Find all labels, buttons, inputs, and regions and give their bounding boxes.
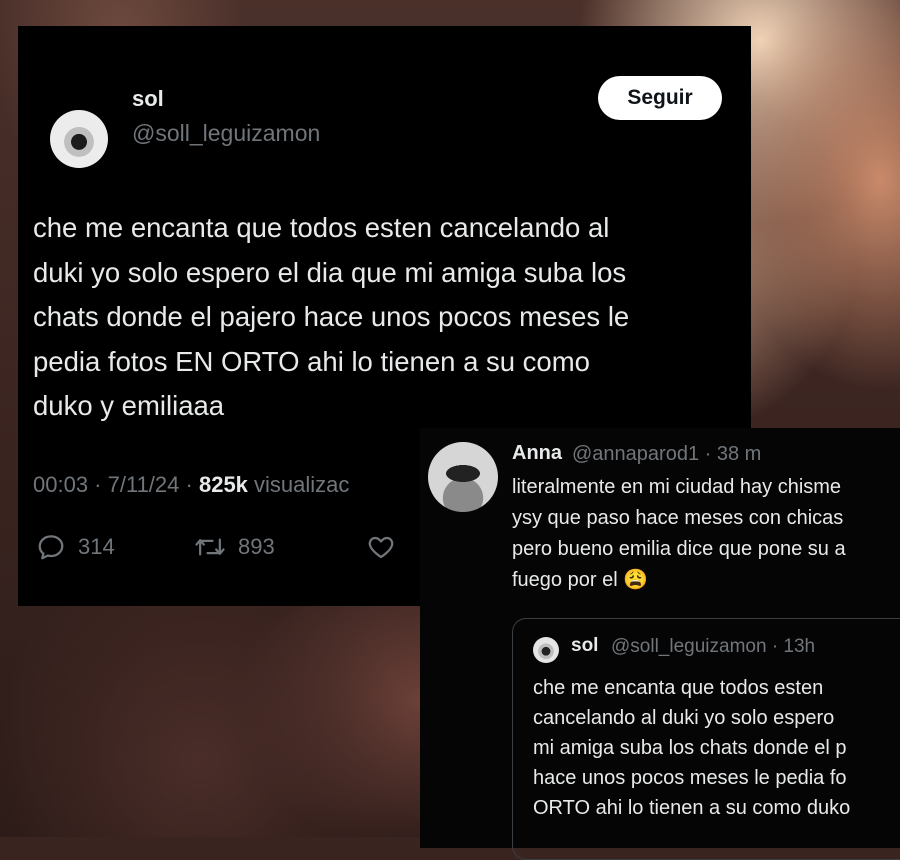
tweet-time[interactable]: 00:03 [33, 472, 88, 497]
avatar[interactable] [428, 442, 498, 512]
tweet-date[interactable]: 7/11/24 [108, 472, 180, 497]
reply-author-meta[interactable]: @annaparod1 · 38 m [572, 443, 761, 466]
reply-author-name[interactable]: Anna [512, 442, 562, 465]
quoted-text-line: hace unos pocos meses le pedia fo [533, 767, 847, 789]
tweet-meta: 00:03 · 7/11/24 · 825k visualizac [33, 472, 350, 497]
like-button[interactable] [366, 532, 396, 562]
views-count: 825k [198, 472, 248, 497]
reply-text-line: literalmente en mi ciudad hay chisme [512, 476, 842, 498]
author-handle[interactable]: @soll_leguizamon [132, 120, 320, 147]
tweet-text-line: duko y emiliaaa [33, 390, 225, 421]
reply-icon [36, 532, 66, 562]
views-label: visualizac [254, 472, 350, 497]
quoted-text-line: cancelando al duki yo solo espero [533, 707, 835, 729]
quoted-author-meta: @soll_leguizamon · 13h [611, 636, 816, 657]
quoted-tweet[interactable]: sol @soll_leguizamon · 13h che me encant… [512, 618, 900, 860]
quoted-author-name: sol [571, 635, 599, 656]
quoted-text-line: ORTO ahi lo tienen a su como duko [533, 797, 851, 819]
tweet-text-line: duki yo solo espero el dia que mi amiga … [33, 256, 627, 288]
quoted-text: che me encanta que todos esten canceland… [533, 673, 900, 823]
retweet-count: 893 [238, 534, 275, 559]
like-icon [366, 532, 396, 562]
author-name[interactable]: sol [132, 86, 164, 112]
tweet-text-line: pedia fotos EN ORTO ahi lo tienen a su c… [33, 345, 590, 377]
tweet-text: che me encanta que todos esten canceland… [33, 206, 733, 429]
reply-text-line: fuego por el 😩 [512, 569, 649, 591]
quoted-text-line: che me encanta que todos esten [533, 677, 824, 699]
reply-button[interactable]: 314 [36, 532, 115, 562]
tweet-text-line: che me encanta que todos esten canceland… [33, 212, 610, 243]
tweet-actions: 314 893 [36, 532, 416, 572]
reply-text-line: ysy que paso hace meses con chicas [512, 507, 844, 529]
avatar [533, 637, 559, 663]
retweet-icon [194, 532, 226, 562]
reply-card[interactable]: Anna @annaparod1 · 38 m literalmente en … [420, 428, 900, 860]
reply-text: literalmente en mi ciudad hay chisme ysy… [512, 472, 900, 596]
retweet-button[interactable]: 893 [194, 532, 275, 562]
reply-text-line: pero bueno emilia dice que pone su a [512, 538, 846, 560]
avatar[interactable] [50, 110, 108, 168]
quoted-text-line: mi amiga suba los chats donde el p [533, 737, 847, 759]
tweet-text-line: chats donde el pajero hace unos pocos me… [33, 301, 630, 332]
follow-button[interactable]: Seguir [598, 76, 722, 120]
reply-count: 314 [78, 534, 115, 559]
